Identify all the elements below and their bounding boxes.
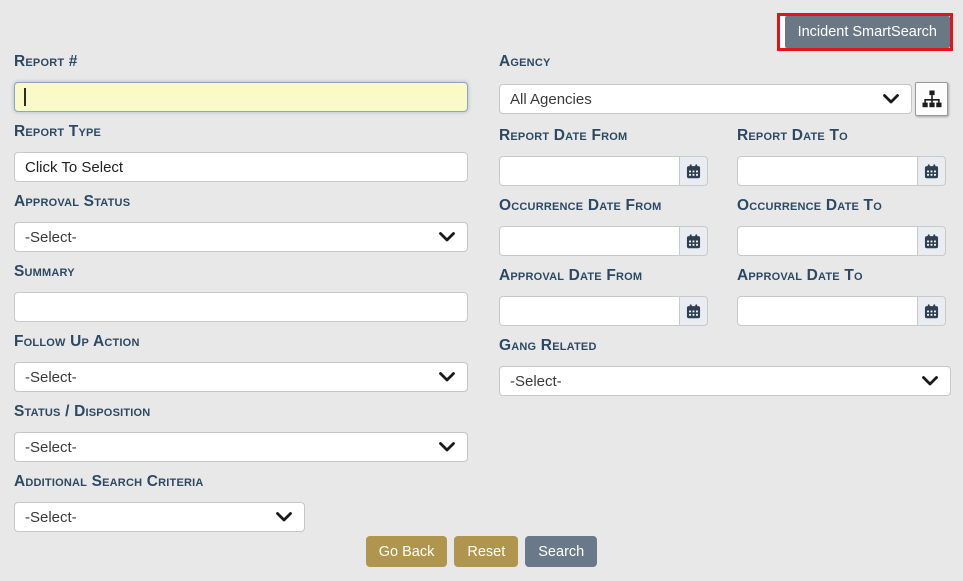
occurrence-date-from-label: Occurrence Date From — [499, 198, 708, 214]
agency-label: Agency — [499, 54, 951, 70]
follow-up-action-select[interactable]: -Select- — [14, 362, 468, 392]
right-column: Agency All Agencies Repo — [499, 54, 951, 408]
chevron-down-icon — [922, 376, 938, 386]
smartsearch-highlight-box: Incident SmartSearch — [777, 13, 953, 51]
report-date-from-label: Report Date From — [499, 128, 708, 144]
occurrence-date-from-input[interactable] — [499, 226, 680, 256]
agency-select[interactable]: All Agencies — [499, 84, 912, 114]
field-occurrence-date-from: Occurrence Date From — [499, 198, 708, 256]
chevron-down-icon — [276, 512, 292, 522]
report-date-to-input[interactable] — [737, 156, 918, 186]
field-approval-date-to: Approval Date To — [737, 268, 946, 326]
occurrence-date-from-calendar-button[interactable] — [679, 226, 708, 256]
report-number-input-wrap — [14, 82, 468, 112]
follow-up-action-value: -Select- — [25, 369, 77, 386]
reset-button[interactable]: Reset — [454, 536, 518, 567]
agency-hierarchy-button[interactable] — [915, 82, 948, 116]
left-column: Report # Report Type Approval Status -Se… — [14, 54, 468, 544]
calendar-icon — [924, 234, 939, 249]
field-report-date-to: Report Date To — [737, 128, 946, 186]
field-report-type: Report Type — [14, 124, 468, 182]
occurrence-date-to-label: Occurrence Date To — [737, 198, 946, 214]
row-occurrence-dates: Occurrence Date From Occur — [499, 198, 951, 256]
occurrence-date-to-calendar-button[interactable] — [917, 226, 946, 256]
agency-row: All Agencies — [499, 82, 951, 116]
report-date-from-input[interactable] — [499, 156, 680, 186]
field-status-disposition: Status / Disposition -Select- — [14, 404, 468, 462]
chevron-down-icon — [439, 232, 455, 242]
report-type-label: Report Type — [14, 124, 468, 140]
status-disposition-select[interactable]: -Select- — [14, 432, 468, 462]
approval-date-from-group — [499, 296, 708, 326]
follow-up-action-label: Follow Up Action — [14, 334, 468, 350]
row-report-dates: Report Date From Report Da — [499, 128, 951, 186]
field-summary: Summary — [14, 264, 468, 322]
field-additional-search-criteria: Additional Search Criteria -Select- — [14, 474, 468, 532]
sitemap-icon — [922, 90, 942, 108]
report-type-input[interactable] — [14, 152, 468, 182]
field-agency: Agency All Agencies — [499, 54, 951, 116]
report-date-to-calendar-button[interactable] — [917, 156, 946, 186]
calendar-icon — [686, 234, 701, 249]
agency-value: All Agencies — [510, 91, 592, 108]
report-number-input[interactable] — [14, 82, 468, 112]
go-back-button[interactable]: Go Back — [366, 536, 448, 567]
incident-smartsearch-button[interactable]: Incident SmartSearch — [785, 16, 950, 48]
gang-related-label: Gang Related — [499, 338, 951, 354]
approval-date-to-group — [737, 296, 946, 326]
approval-status-value: -Select- — [25, 229, 77, 246]
report-date-to-group — [737, 156, 946, 186]
field-report-number: Report # — [14, 54, 468, 112]
status-disposition-label: Status / Disposition — [14, 404, 468, 420]
field-approval-date-from: Approval Date From — [499, 268, 708, 326]
action-button-bar: Go Back Reset Search — [0, 536, 963, 567]
occurrence-date-to-input[interactable] — [737, 226, 918, 256]
field-gang-related: Gang Related -Select- — [499, 338, 951, 396]
field-occurrence-date-to: Occurrence Date To — [737, 198, 946, 256]
approval-date-to-input[interactable] — [737, 296, 918, 326]
approval-date-to-calendar-button[interactable] — [917, 296, 946, 326]
calendar-icon — [686, 164, 701, 179]
status-disposition-value: -Select- — [25, 439, 77, 456]
chevron-down-icon — [439, 442, 455, 452]
report-date-from-group — [499, 156, 708, 186]
chevron-down-icon — [439, 372, 455, 382]
report-number-label: Report # — [14, 54, 468, 70]
approval-date-to-label: Approval Date To — [737, 268, 946, 284]
summary-label: Summary — [14, 264, 468, 280]
approval-date-from-calendar-button[interactable] — [679, 296, 708, 326]
additional-search-criteria-label: Additional Search Criteria — [14, 474, 468, 490]
occurrence-date-to-group — [737, 226, 946, 256]
calendar-icon — [924, 164, 939, 179]
approval-date-from-label: Approval Date From — [499, 268, 708, 284]
additional-search-criteria-value: -Select- — [25, 509, 77, 526]
field-approval-status: Approval Status -Select- — [14, 194, 468, 252]
approval-status-label: Approval Status — [14, 194, 468, 210]
occurrence-date-from-group — [499, 226, 708, 256]
report-date-to-label: Report Date To — [737, 128, 946, 144]
calendar-icon — [686, 304, 701, 319]
field-follow-up-action: Follow Up Action -Select- — [14, 334, 468, 392]
calendar-icon — [924, 304, 939, 319]
gang-related-select[interactable]: -Select- — [499, 366, 951, 396]
summary-input[interactable] — [14, 292, 468, 322]
report-date-from-calendar-button[interactable] — [679, 156, 708, 186]
chevron-down-icon — [883, 94, 899, 104]
search-button[interactable]: Search — [525, 536, 597, 567]
approval-date-from-input[interactable] — [499, 296, 680, 326]
additional-search-criteria-select[interactable]: -Select- — [14, 502, 305, 532]
gang-related-value: -Select- — [510, 373, 562, 390]
text-caret — [24, 88, 26, 106]
field-report-date-from: Report Date From — [499, 128, 708, 186]
row-approval-dates: Approval Date From Approva — [499, 268, 951, 326]
approval-status-select[interactable]: -Select- — [14, 222, 468, 252]
